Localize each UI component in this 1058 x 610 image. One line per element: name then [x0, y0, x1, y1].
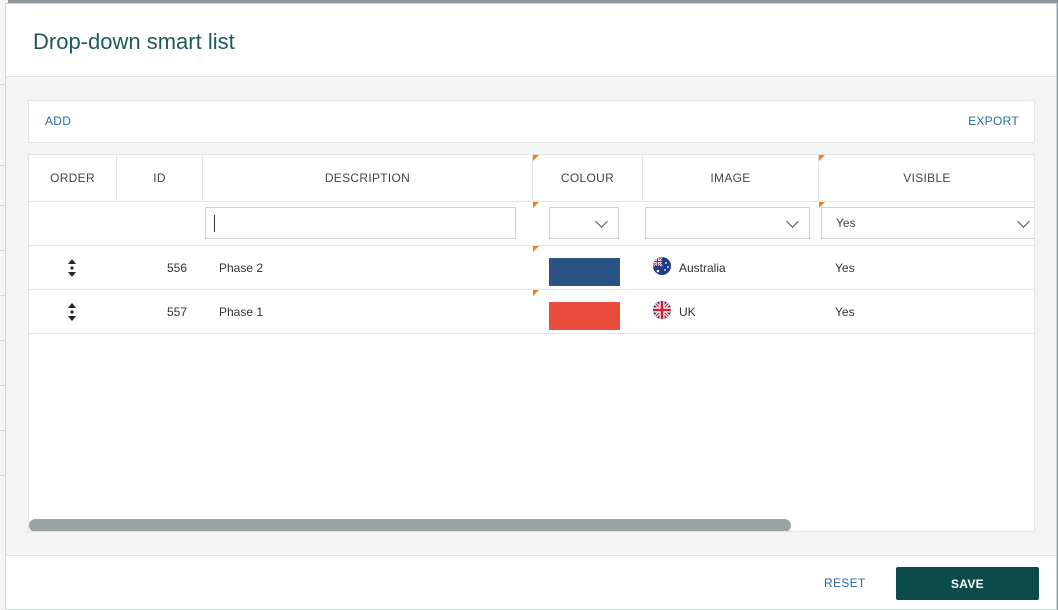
column-header-visible-label: VISIBLE	[903, 171, 951, 185]
column-header-colour-label: COLOUR	[560, 171, 615, 185]
add-button[interactable]: ADD	[45, 114, 71, 128]
row-id: 557	[166, 304, 187, 319]
reorder-handle-icon[interactable]	[67, 303, 77, 321]
reorder-handle-icon[interactable]	[67, 259, 77, 277]
dialog-header: Drop-down smart list	[6, 4, 1056, 77]
colour-swatch[interactable]	[549, 302, 620, 330]
row-visible: Yes	[835, 304, 855, 319]
smart-list-grid: ORDER ID DESCRIPTION COLOUR IMAGE VISIBL…	[28, 154, 1035, 532]
save-button[interactable]: SAVE	[896, 567, 1039, 600]
export-button[interactable]: EXPORT	[968, 114, 1019, 128]
description-filter-input[interactable]	[205, 207, 516, 239]
row-image-label: UK	[679, 304, 696, 319]
row-visible: Yes	[835, 260, 855, 275]
column-header-id[interactable]: ID	[117, 155, 203, 201]
text-cursor	[214, 215, 215, 232]
row-id: 556	[166, 260, 187, 275]
header-row: ORDER ID DESCRIPTION COLOUR IMAGE VISIBL…	[29, 155, 1034, 202]
colour-swatch[interactable]	[549, 258, 620, 286]
visible-filter-value: Yes	[836, 216, 856, 230]
column-header-colour[interactable]: COLOUR	[533, 155, 643, 201]
required-marker	[819, 155, 825, 161]
required-marker	[533, 155, 539, 161]
required-marker	[533, 290, 539, 296]
chevron-down-icon	[595, 215, 608, 228]
chevron-down-icon	[1017, 215, 1030, 228]
row-description[interactable]: Phase 2	[219, 246, 519, 289]
dialog-title: Drop-down smart list	[33, 29, 235, 54]
filter-row: Yes	[29, 202, 1034, 246]
reset-button[interactable]: RESET	[824, 576, 866, 590]
column-header-order[interactable]: ORDER	[29, 155, 117, 201]
required-marker	[533, 246, 539, 252]
grid-toolbar: ADD EXPORT	[28, 100, 1035, 143]
dialog-footer: RESET SAVE	[6, 555, 1056, 609]
row-description[interactable]: Phase 1	[219, 290, 519, 333]
row-image-label: Australia	[679, 260, 726, 275]
uk-flag-icon	[653, 301, 671, 319]
column-header-visible[interactable]: VISIBLE	[819, 155, 1034, 201]
table-row[interactable]: 557 Phase 1 UK Yes	[29, 290, 1034, 334]
table-row[interactable]: 556 Phase 2 Australia Yes	[29, 246, 1034, 290]
required-marker	[533, 202, 539, 208]
visible-filter-select[interactable]: Yes	[821, 207, 1034, 239]
horizontal-scrollbar[interactable]	[29, 519, 791, 531]
image-filter-select[interactable]	[645, 207, 810, 239]
chevron-down-icon	[786, 215, 799, 228]
column-header-description[interactable]: DESCRIPTION	[203, 155, 533, 201]
smart-list-dialog: Drop-down smart list ADD EXPORT ORDER ID…	[5, 3, 1057, 610]
column-header-image[interactable]: IMAGE	[643, 155, 819, 201]
colour-filter-select[interactable]	[549, 207, 619, 239]
australia-flag-icon	[653, 257, 671, 275]
